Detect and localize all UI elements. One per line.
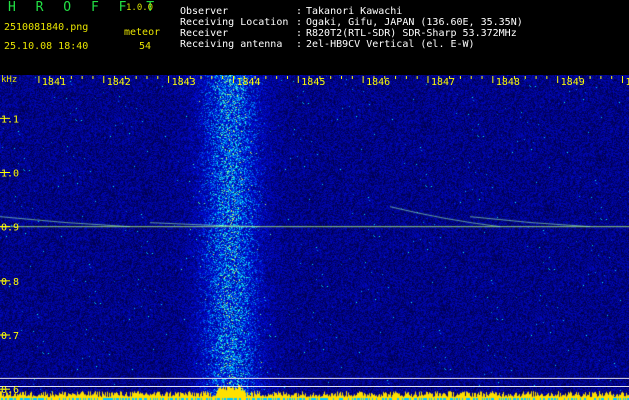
y-tick-label: 1.1 [1, 114, 19, 125]
y-tick-label: 0.7 [1, 331, 19, 342]
y-tick-label: 1.0 [1, 169, 19, 180]
x-tick-label: 1844 [236, 77, 260, 88]
x-tick-label: 1850 [626, 77, 629, 88]
x-tick-label: 1841 [42, 77, 66, 88]
y-tick-label: 0.9 [1, 223, 19, 234]
x-tick-label: 1848 [496, 77, 520, 88]
x-tick-label: 1846 [366, 77, 390, 88]
x-tick-label: 1843 [172, 77, 196, 88]
x-tick-label: 1845 [301, 77, 325, 88]
x-tick-label: 1847 [431, 77, 455, 88]
x-tick-label: 1849 [561, 77, 585, 88]
y-tick-label: 0.8 [1, 277, 19, 288]
x-tick-label: 1842 [107, 77, 131, 88]
y-tick-label: 0.6 [1, 385, 19, 396]
spectrogram-axes: 1841 1842 1843 1844 1845 1846 1847 1848 1849 1850… [0, 76, 629, 396]
y-axis-unit: kHz [1, 75, 18, 85]
